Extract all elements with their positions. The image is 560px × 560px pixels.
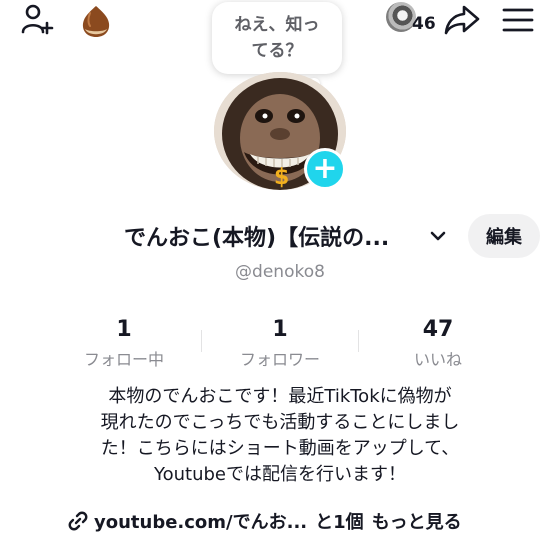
likes-count: 47: [422, 317, 454, 342]
menu-button[interactable]: [496, 0, 540, 40]
profile-link-row[interactable]: youtube.com/でんお... と1個 もっと見る: [66, 508, 462, 534]
add-friend-button[interactable]: [18, 0, 58, 40]
following-count: 1: [116, 317, 132, 342]
share-button[interactable]: [440, 0, 484, 40]
edit-profile-button[interactable]: 編集: [468, 214, 540, 258]
username: @denoko8: [235, 262, 325, 282]
chestnut-icon: [82, 6, 110, 37]
followers-count: 1: [272, 317, 288, 342]
see-more-link[interactable]: もっと見る: [372, 508, 462, 534]
likes-label: いいね: [413, 350, 462, 369]
viewer-count: 46: [412, 14, 436, 34]
link-extra-count: と1個: [315, 512, 364, 533]
stat-following[interactable]: 1 フォロー中: [44, 316, 204, 370]
display-name: でんおこ(本物)【伝説の...: [124, 226, 390, 251]
add-friend-icon: [21, 4, 54, 35]
profile-bio: 本物のでんおこです！最近TikTokに偽物が 現れたのでこっちでも活動することに…: [100, 386, 460, 485]
menu-icon: [502, 8, 534, 32]
share-icon: [444, 5, 480, 35]
link-icon: [68, 511, 88, 531]
chevron-down-icon: [430, 231, 446, 241]
account-switch-button[interactable]: [428, 226, 448, 246]
add-avatar-button[interactable]: +: [304, 148, 346, 190]
link-text[interactable]: youtube.com/でんお...: [94, 508, 307, 534]
stat-followers[interactable]: 1 フォロワー: [200, 316, 360, 370]
followers-label: フォロワー: [239, 350, 320, 369]
stat-likes[interactable]: 47 いいね: [358, 316, 518, 370]
chestnut-button[interactable]: [76, 2, 116, 40]
following-label: フォロー中: [83, 350, 164, 369]
svg-text:$: $: [274, 165, 289, 190]
plus-icon: +: [312, 151, 338, 186]
status-bubble[interactable]: ねえ、知っ てる？: [212, 2, 342, 74]
